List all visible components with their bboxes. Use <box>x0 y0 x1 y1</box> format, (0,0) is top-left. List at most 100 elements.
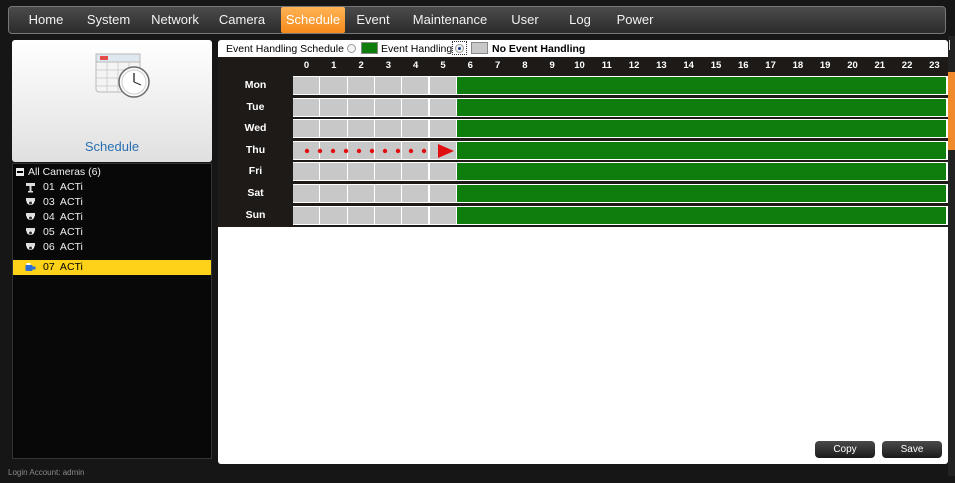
hour-label: 8 <box>522 60 528 71</box>
hour-label: 7 <box>494 60 501 71</box>
calendar-clock-icon <box>95 53 150 98</box>
nav-tab-system[interactable]: System <box>81 7 136 33</box>
hour-cell[interactable] <box>429 120 457 138</box>
hour-cell[interactable] <box>402 163 430 181</box>
hour-cell[interactable] <box>429 185 457 202</box>
nav-tab-maintenance[interactable]: Maintenance <box>409 7 491 33</box>
event-handling-block[interactable] <box>456 98 946 116</box>
event-handling-block[interactable] <box>456 206 946 224</box>
dome-camera-icon <box>25 197 36 208</box>
event-handling-block[interactable] <box>456 77 946 94</box>
nav-tab-user[interactable]: User <box>502 7 548 33</box>
hour-cell[interactable] <box>320 77 348 94</box>
hour-cell[interactable] <box>402 98 430 116</box>
schedule-grid[interactable]: 0 1 2 3 4 5 6 7 8 9 10 11 12 13 14 15 16 17 18 19 20 21 22 23 Mo… <box>218 57 948 227</box>
schedule-row[interactable] <box>293 97 948 117</box>
schedule-row[interactable] <box>293 162 948 182</box>
hour-cell[interactable] <box>293 77 321 94</box>
day-label: Thu <box>245 143 266 156</box>
hour-cell[interactable] <box>320 98 348 116</box>
hour-cell[interactable] <box>347 98 375 116</box>
hour-label: 11 <box>601 60 612 71</box>
hour-label: 5 <box>440 60 446 71</box>
hour-cell[interactable] <box>320 185 348 202</box>
nav-tab-network[interactable]: Network <box>146 7 204 33</box>
event-handling-block[interactable] <box>456 120 946 138</box>
hour-cell[interactable] <box>374 185 403 202</box>
hour-label: 13 <box>656 60 667 71</box>
hour-cell[interactable] <box>347 163 375 181</box>
camera-tree-item[interactable]: 07 ACTi <box>13 260 211 275</box>
camera-tree-item[interactable]: 04 ACTi <box>13 210 211 225</box>
hour-cell[interactable] <box>293 163 321 181</box>
hour-label: 23 <box>929 60 940 71</box>
hour-cell[interactable] <box>347 185 375 202</box>
hour-cell[interactable] <box>374 98 403 116</box>
collapse-handle[interactable] <box>948 72 955 150</box>
schedule-panel: Event Handling Schedule Event Handling N… <box>218 40 948 464</box>
hour-label: 14 <box>683 60 694 71</box>
edge-marker <box>949 40 955 50</box>
camera-tree-item[interactable]: 01 ACTi <box>13 180 211 195</box>
nav-tab-schedule[interactable]: Schedule <box>281 7 345 33</box>
schedule-row[interactable] <box>293 184 948 203</box>
schedule-row[interactable] <box>293 119 948 139</box>
box-camera-icon <box>25 262 36 273</box>
save-button[interactable]: Save <box>882 441 942 458</box>
copy-button[interactable]: Copy <box>815 441 875 458</box>
day-label: Tue <box>246 100 265 113</box>
hour-cell[interactable] <box>429 163 457 181</box>
hour-cell[interactable] <box>374 120 403 138</box>
event-handling-block[interactable] <box>456 163 946 181</box>
hour-cell[interactable] <box>320 120 348 138</box>
hour-cell[interactable] <box>293 120 321 138</box>
hour-label: 15 <box>710 60 722 71</box>
hour-label: 1 <box>331 60 337 71</box>
nav-tab-event[interactable]: Event <box>348 7 398 33</box>
hour-cell[interactable] <box>320 163 348 181</box>
hour-cell[interactable] <box>347 206 375 224</box>
hour-cell[interactable] <box>374 206 403 224</box>
schedule-row[interactable] <box>293 76 948 95</box>
hour-cell[interactable] <box>320 206 348 224</box>
hour-label: 16 <box>738 60 749 71</box>
event-handling-block[interactable] <box>456 141 946 159</box>
day-label: Sun <box>245 208 266 221</box>
schedule-row[interactable] <box>293 205 948 225</box>
nav-tab-log[interactable]: Log <box>561 7 599 33</box>
hour-cell[interactable] <box>293 206 321 224</box>
collapse-minus-icon[interactable] <box>16 168 24 177</box>
hour-cell[interactable] <box>429 98 457 116</box>
hour-label: 4 <box>413 60 419 71</box>
hour-cell[interactable] <box>402 77 430 94</box>
day-label: Sat <box>247 187 264 199</box>
hour-cell[interactable] <box>402 185 430 202</box>
nav-tab-power[interactable]: Power <box>609 7 661 33</box>
hour-cell[interactable] <box>347 77 375 94</box>
camera-tree-item[interactable]: 03 ACTi <box>13 195 211 210</box>
no-event-handling-radio[interactable] <box>455 44 464 53</box>
camera-tree-item[interactable]: 05 ACTi <box>13 225 211 240</box>
hour-cell[interactable] <box>293 98 321 116</box>
schedule-title: Schedule <box>84 139 140 154</box>
hour-cell[interactable] <box>293 185 321 202</box>
camera-tree-label: 03 ACTi <box>43 196 83 208</box>
app-root: Home System Network Camera Schedule Event Main… <box>0 0 955 483</box>
hour-cell[interactable] <box>402 206 430 224</box>
hour-cell[interactable] <box>429 77 457 94</box>
hour-cell[interactable] <box>429 206 457 224</box>
top-navigation-bar: Home System Network Camera Schedule Event Main… <box>8 6 946 34</box>
nav-tab-camera[interactable]: Camera <box>214 7 270 33</box>
tree-root-all-cameras[interactable]: All Cameras (6) <box>16 166 101 179</box>
hour-cell[interactable] <box>402 120 430 138</box>
camera-tree-item[interactable]: 06 ACTi <box>13 240 211 255</box>
hour-cell[interactable] <box>374 77 403 94</box>
nav-tab-home[interactable]: Home <box>21 7 71 33</box>
event-handling-block[interactable] <box>456 185 946 202</box>
hour-cell[interactable] <box>347 120 375 138</box>
hour-label: 10 <box>574 60 585 71</box>
hour-cell[interactable] <box>374 163 403 181</box>
no-event-handling-label: No Event Handling <box>492 43 586 55</box>
bullet-camera-icon <box>25 182 36 193</box>
event-handling-radio[interactable] <box>347 44 356 53</box>
